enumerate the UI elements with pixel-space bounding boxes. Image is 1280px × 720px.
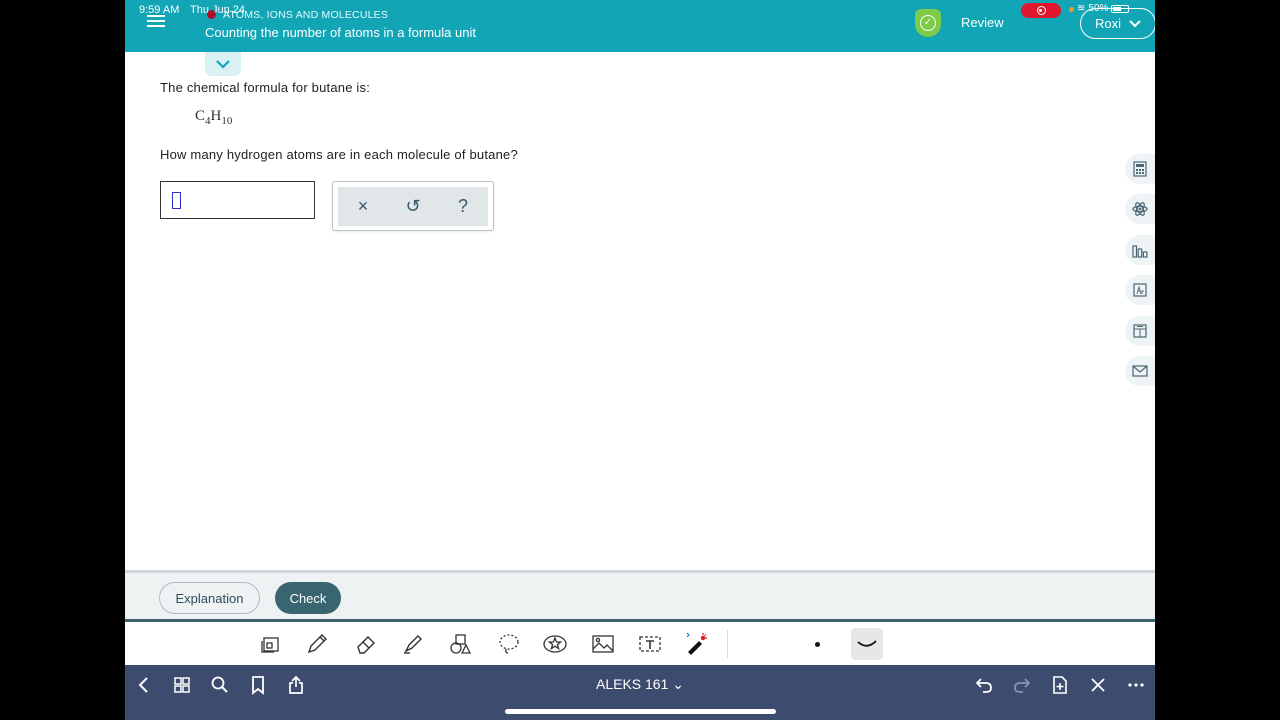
more-options-icon[interactable]: [1125, 674, 1147, 696]
mic-indicator-icon: [1069, 7, 1074, 12]
formula-element-c: C: [195, 108, 206, 124]
answer-tool-panel: × ↺ ?: [332, 181, 494, 231]
eraser-icon[interactable]: [352, 630, 380, 658]
clear-button[interactable]: ×: [348, 196, 378, 217]
app-bottom-nav: ALEKS 161 ⌄: [125, 665, 1155, 720]
help-button[interactable]: ?: [448, 196, 478, 217]
explanation-button[interactable]: Explanation: [159, 582, 260, 614]
page-view-icon[interactable]: [256, 630, 284, 658]
app-header: 9:59 AM Thu Jun 24 ATOMS, IONS AND MOLEC…: [125, 0, 1155, 52]
document-title[interactable]: ALEKS 161 ⌄: [125, 676, 1155, 693]
undo-icon[interactable]: [973, 674, 995, 696]
undo-button[interactable]: ↺: [398, 196, 428, 217]
sticker-icon[interactable]: [541, 630, 569, 658]
mail-icon[interactable]: [1125, 356, 1155, 386]
chevron-down-icon: [216, 60, 230, 69]
add-page-icon[interactable]: [1049, 674, 1071, 696]
action-bar: Explanation Check: [125, 570, 1155, 622]
screen: 9:59 AM Thu Jun 24 ATOMS, IONS AND MOLEC…: [125, 0, 1155, 720]
topic-dot-icon: [207, 10, 216, 19]
pen-icon[interactable]: [303, 630, 331, 658]
check-button[interactable]: Check: [275, 582, 341, 614]
toolbar-divider: [727, 630, 728, 658]
user-menu[interactable]: Roxi: [1080, 8, 1155, 39]
text-box-icon[interactable]: [636, 630, 664, 658]
lesson-title: Counting the number of atoms in a formul…: [205, 25, 476, 40]
shapes-icon[interactable]: [446, 630, 474, 658]
status-time: 9:59 AM: [139, 4, 180, 16]
answer-input[interactable]: [160, 181, 315, 219]
stroke-style-button[interactable]: [851, 628, 883, 660]
chevron-down-icon: [1129, 19, 1141, 27]
formula-count-h: 10: [221, 115, 233, 127]
review-link[interactable]: Review: [961, 15, 1004, 30]
calculator-icon[interactable]: [1125, 154, 1155, 184]
close-toolbar-icon[interactable]: [1087, 674, 1109, 696]
chemical-formula: C4H10: [195, 108, 232, 127]
answer-tool-group: × ↺ ?: [338, 187, 488, 226]
review-shield-icon[interactable]: ✓: [915, 9, 941, 37]
chart-icon[interactable]: [1125, 235, 1155, 265]
redo-icon[interactable]: [1011, 674, 1033, 696]
lasso-icon[interactable]: [495, 630, 523, 658]
screen-record-icon: [1021, 3, 1061, 18]
periodic-table-icon[interactable]: [1125, 275, 1155, 305]
user-name: Roxi: [1095, 16, 1122, 31]
reference-icon[interactable]: [1125, 316, 1155, 346]
curve-stroke-icon: [857, 640, 877, 647]
question-intro: The chemical formula for butane is:: [160, 80, 371, 95]
annotation-toolbar: [125, 622, 1155, 665]
topic-label: ATOMS, IONS AND MOLECULES: [223, 9, 389, 21]
collapse-header-tab[interactable]: [205, 52, 241, 76]
laser-pointer-icon[interactable]: [682, 630, 710, 658]
formula-element-h: H: [210, 108, 222, 124]
stroke-size-dot[interactable]: [815, 642, 820, 647]
input-cursor: [172, 192, 181, 209]
question-prompt: How many hydrogen atoms are in each mole…: [160, 147, 518, 162]
home-indicator[interactable]: [505, 709, 776, 714]
highlighter-icon[interactable]: [399, 630, 427, 658]
periodic-atom-icon[interactable]: [1125, 194, 1155, 224]
image-icon[interactable]: [589, 630, 617, 658]
